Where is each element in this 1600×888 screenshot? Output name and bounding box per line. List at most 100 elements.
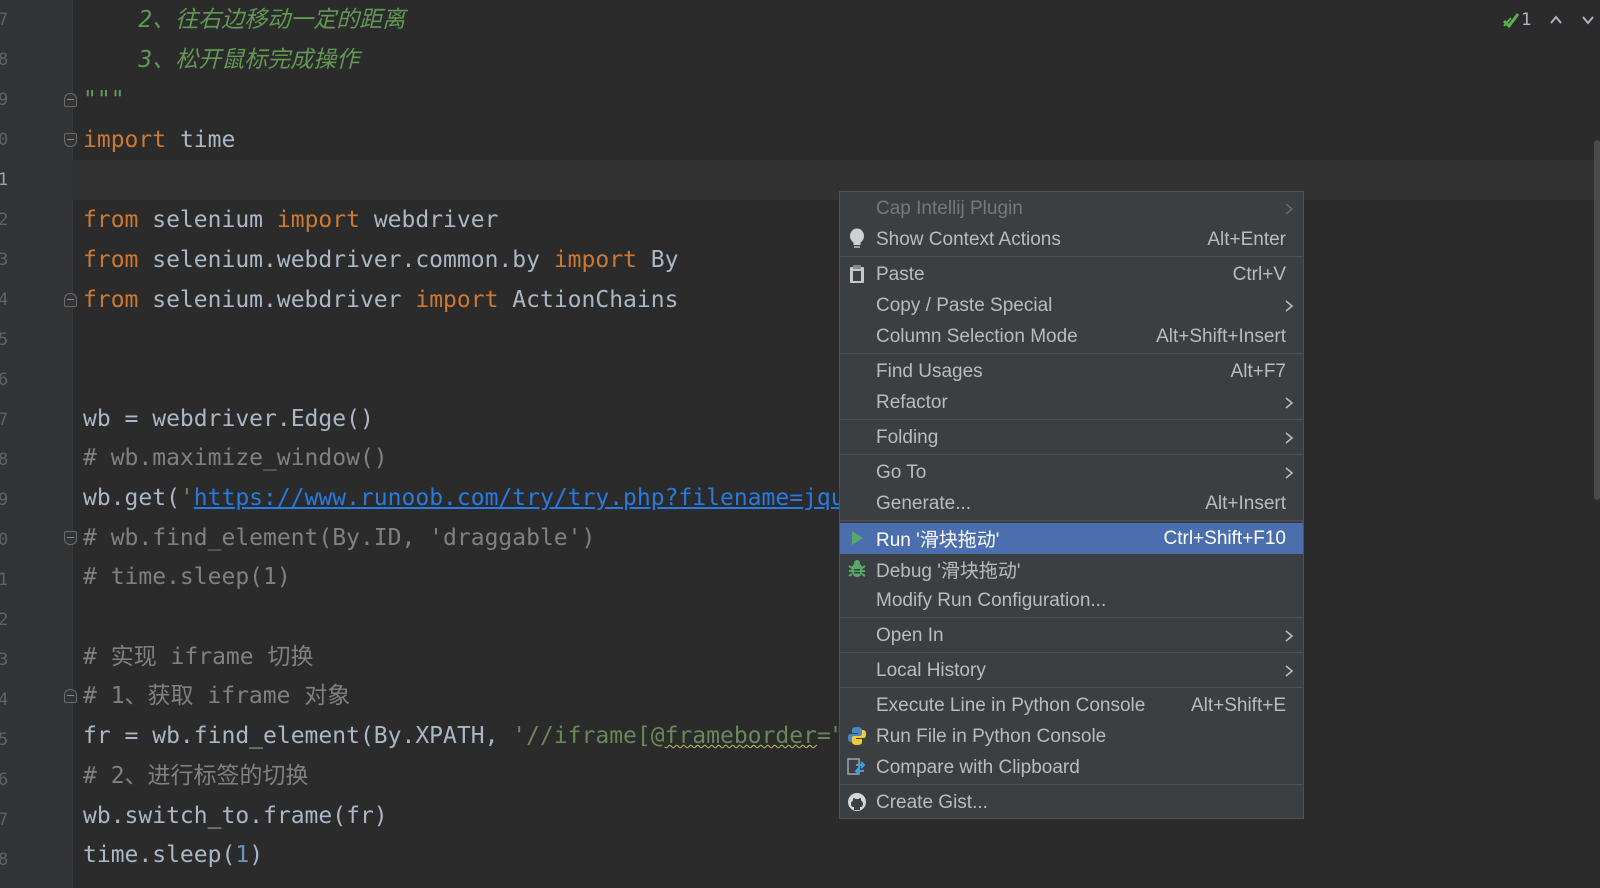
- menu-item-find-usages[interactable]: Find Usages Alt+F7: [840, 356, 1303, 387]
- code-line[interactable]: import time: [83, 120, 235, 160]
- identifier: time.sleep(: [83, 842, 236, 868]
- line-number: 3: [0, 250, 9, 270]
- code-line[interactable]: from selenium import webdriver: [83, 200, 498, 240]
- code-line[interactable]: """: [83, 80, 125, 120]
- identifier: webdriver: [359, 207, 499, 233]
- line-number: 0: [0, 530, 9, 550]
- run-icon: [846, 527, 868, 549]
- fold-end-marker[interactable]: [64, 293, 77, 307]
- code-line-comment[interactable]: # time.sleep(1): [83, 557, 291, 597]
- line-number: 6: [0, 370, 9, 390]
- line-number: 2: [0, 210, 9, 230]
- menu-item-local-history[interactable]: Local History: [840, 655, 1303, 686]
- code-line[interactable]: wb.get('https://www.runoob.com/try/try.p…: [83, 478, 845, 518]
- line-number: 9: [0, 490, 9, 510]
- code-line[interactable]: 2、往右边移动一定的距离: [83, 0, 405, 40]
- ide-editor-window: 7 8 9 0 1 2 3 4 5 6 7 8 9 0 1 2 3 4 5 6 …: [0, 0, 1600, 888]
- menu-item-paste[interactable]: Paste Ctrl+V: [840, 259, 1303, 290]
- identifier: time: [166, 127, 236, 153]
- string: '//iframe[@: [512, 723, 665, 749]
- code-line-comment[interactable]: # 1、获取 iframe 对象: [83, 676, 350, 716]
- line-number: 7: [0, 10, 9, 30]
- menu-separator: [840, 687, 1303, 688]
- menu-item-cap-intellij-plugin[interactable]: Cap Intellij Plugin: [840, 193, 1303, 224]
- menu-item-column-selection-mode[interactable]: Column Selection Mode Alt+Shift+Insert: [840, 321, 1303, 352]
- fold-end-marker[interactable]: [64, 689, 77, 703]
- code-line[interactable]: from selenium.webdriver import ActionCha…: [83, 280, 678, 320]
- menu-item-create-gist[interactable]: Create Gist...: [840, 787, 1303, 818]
- fold-end-marker[interactable]: [64, 93, 77, 107]
- menu-item-open-in[interactable]: Open In: [840, 620, 1303, 651]
- keyword: from: [83, 247, 139, 273]
- menu-separator: [840, 652, 1303, 653]
- menu-separator: [840, 454, 1303, 455]
- keyword: import: [415, 287, 499, 313]
- previous-highlight-button[interactable]: [1548, 12, 1564, 28]
- submenu-arrow-icon: [1284, 387, 1294, 418]
- string-quote: ': [179, 485, 194, 511]
- line-number: 1: [0, 570, 9, 590]
- code-line-comment[interactable]: # wb.find_element(By.ID, 'draggable'): [83, 518, 595, 558]
- keyword: import: [83, 127, 167, 153]
- keyword: from: [83, 287, 139, 313]
- menu-item-label: Paste: [876, 263, 925, 285]
- code-line[interactable]: fr = wb.find_element(By.XPATH, '//iframe…: [83, 716, 845, 756]
- code-line[interactable]: 3、松开鼠标完成操作: [83, 40, 359, 80]
- menu-item-generate[interactable]: Generate... Alt+Insert: [840, 488, 1303, 519]
- code-line[interactable]: time.sleep(1): [83, 835, 263, 875]
- line-number: 8: [0, 850, 9, 870]
- current-line-highlight: [72, 160, 1600, 200]
- inspection-status[interactable]: 1: [1501, 10, 1532, 30]
- identifier: selenium: [138, 207, 277, 233]
- menu-separator: [840, 784, 1303, 785]
- menu-item-label: Debug '滑块拖动': [876, 561, 1021, 582]
- menu-item-folding[interactable]: Folding: [840, 422, 1303, 453]
- menu-separator: [840, 419, 1303, 420]
- menu-item-label: Folding: [876, 426, 939, 448]
- line-number: 7: [0, 810, 9, 830]
- identifier: selenium.webdriver: [138, 287, 416, 313]
- code-line-comment[interactable]: # 实现 iframe 切换: [83, 637, 313, 677]
- fold-start-marker[interactable]: [64, 133, 77, 147]
- menu-item-label: Generate...: [876, 492, 972, 514]
- menu-item-refactor[interactable]: Refactor: [840, 387, 1303, 418]
- menu-item-label: Execute Line in Python Console: [876, 694, 1146, 716]
- code-line[interactable]: from selenium.webdriver.common.by import…: [83, 240, 678, 280]
- code-line-comment[interactable]: # wb.maximize_window(): [83, 438, 388, 478]
- line-number: 2: [0, 610, 9, 630]
- menu-item-label: Compare with Clipboard: [876, 756, 1080, 778]
- line-number: 3: [0, 650, 9, 670]
- identifier: By: [636, 247, 679, 273]
- code-line-comment[interactable]: # 2、进行标签的切换: [83, 756, 309, 796]
- menu-item-shortcut: Ctrl+Shift+F10: [1163, 527, 1287, 549]
- menu-item-copy-paste-special[interactable]: Copy / Paste Special: [840, 290, 1303, 321]
- line-number: 6: [0, 770, 9, 790]
- menu-separator: [840, 256, 1303, 257]
- line-number: 8: [0, 50, 9, 70]
- menu-item-go-to[interactable]: Go To: [840, 457, 1303, 488]
- menu-item-debug[interactable]: Debug '滑块拖动': [840, 554, 1303, 585]
- chevron-down-icon: [1582, 16, 1594, 25]
- code-line[interactable]: wb.switch_to.frame(fr): [83, 796, 388, 836]
- next-highlight-button[interactable]: [1580, 12, 1596, 28]
- menu-item-label: Refactor: [876, 391, 948, 413]
- menu-separator: [840, 520, 1303, 521]
- vertical-scrollbar[interactable]: [1594, 140, 1600, 500]
- menu-item-execute-line-python-console[interactable]: Execute Line in Python Console Alt+Shift…: [840, 690, 1303, 721]
- number-literal: 1: [235, 842, 250, 868]
- fold-start-marker[interactable]: [64, 531, 77, 545]
- line-number: 9: [0, 90, 9, 110]
- line-number: 5: [0, 330, 9, 350]
- keyword: import: [553, 247, 637, 273]
- line-number: 7: [0, 410, 9, 430]
- url-link[interactable]: https://www.runoob.com/try/try.php?filen…: [194, 485, 845, 511]
- code-line[interactable]: wb = webdriver.Edge(): [83, 399, 374, 439]
- menu-item-compare-with-clipboard[interactable]: Compare with Clipboard: [840, 752, 1303, 783]
- submenu-arrow-icon: [1284, 193, 1294, 224]
- menu-item-shortcut: Alt+Shift+E: [1190, 694, 1286, 716]
- keyword: import: [276, 207, 360, 233]
- menu-item-modify-run-configuration[interactable]: Modify Run Configuration...: [840, 585, 1303, 616]
- menu-item-show-context-actions[interactable]: Show Context Actions Alt+Enter: [840, 224, 1303, 255]
- menu-item-run-file-python-console[interactable]: Run File in Python Console: [840, 721, 1303, 752]
- menu-item-run[interactable]: Run '滑块拖动' Ctrl+Shift+F10: [840, 523, 1303, 554]
